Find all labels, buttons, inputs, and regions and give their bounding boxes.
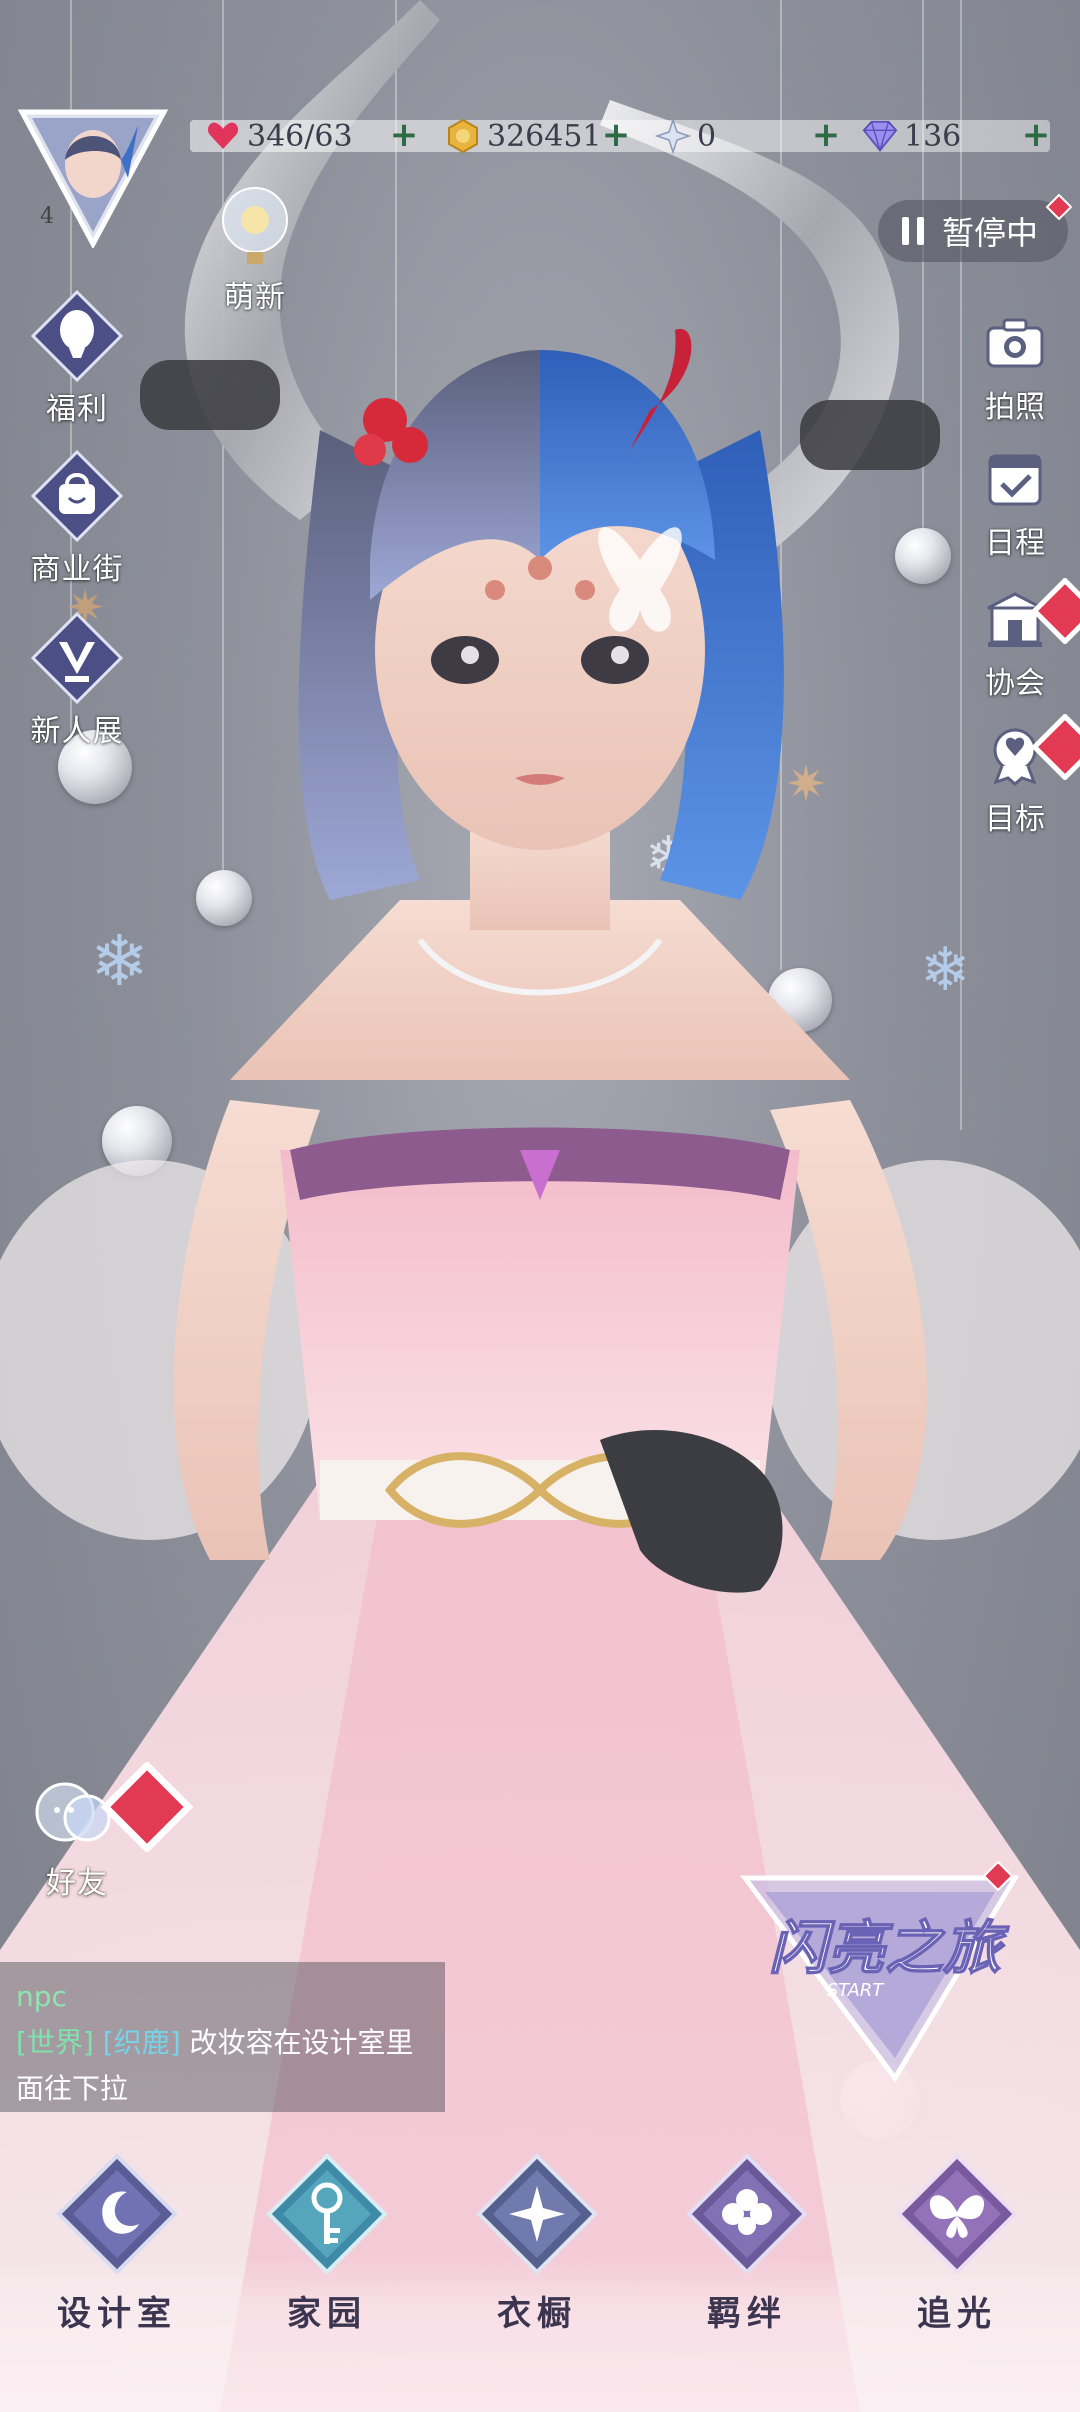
player-avatar[interactable]: 4	[17, 108, 169, 250]
event-subtitle: START	[827, 1980, 886, 2001]
pause-button[interactable]: 暂停中	[878, 194, 1072, 262]
nav-design-studio-label: 设计室	[57, 2294, 177, 2334]
pause-label: 暂停中	[942, 214, 1039, 252]
gold-resource: 326451	[445, 114, 602, 158]
trophy-icon	[30, 611, 124, 705]
nav-design-studio[interactable]: 设计室	[32, 2152, 202, 2335]
event-banner-graphic: 闪亮之旅 START	[740, 1860, 1020, 2083]
notification-badge-icon	[1046, 194, 1072, 220]
chat-message-cont: 面往下拉	[16, 2072, 129, 2105]
home-key-icon	[266, 2153, 388, 2275]
photo-label: 拍照	[985, 390, 1045, 425]
new-player-label: 萌新	[224, 280, 286, 315]
wardrobe-icon	[476, 2153, 598, 2275]
nav-wardrobe-label: 衣橱	[497, 2294, 577, 2334]
heart-energy-icon	[205, 118, 241, 154]
nav-bond[interactable]: 羁绊	[662, 2152, 832, 2335]
notification-badge-icon	[1032, 714, 1080, 780]
nav-chase-light-label: 追光	[917, 2294, 997, 2334]
gold-value: 326451	[487, 118, 602, 154]
notification-badge-icon	[100, 1762, 194, 1852]
nav-home[interactable]: 家园	[242, 2152, 412, 2335]
goal-button[interactable]: 目标	[960, 714, 1080, 838]
schedule-label: 日程	[985, 526, 1045, 561]
chat-box[interactable]: npc [世界] [织鹿] 改妆容在设计室里 面往下拉	[0, 1962, 445, 2112]
crystal-value: 0	[697, 118, 717, 154]
shopping-street-button[interactable]: 商业街	[12, 449, 142, 588]
lamp-icon	[215, 180, 295, 270]
guild-label: 协会	[985, 666, 1045, 701]
diamond-resource: 136	[862, 114, 961, 158]
event-title: 闪亮之旅	[769, 1914, 1010, 1982]
add-crystal-button[interactable]: +	[810, 118, 842, 152]
hot-air-balloon-icon	[30, 289, 124, 383]
chat-line-world: [世界] [织鹿] 改妆容在设计室里	[16, 2020, 429, 2066]
chat-channel: [世界]	[16, 2026, 94, 2059]
energy-value: 346/63	[247, 118, 353, 154]
goal-label: 目标	[985, 802, 1045, 837]
guild-button[interactable]: 协会	[960, 578, 1080, 702]
nav-wardrobe[interactable]: 衣橱	[452, 2152, 622, 2335]
nav-chase-light[interactable]: 追光	[872, 2152, 1042, 2335]
photo-button[interactable]: 拍照	[960, 310, 1070, 426]
camera-icon	[986, 318, 1044, 368]
welfare-label: 福利	[46, 392, 108, 427]
chat-line-continued: 面往下拉	[16, 2066, 429, 2112]
shopping-bag-icon	[30, 449, 124, 543]
new-player-button[interactable]: 萌新	[190, 180, 320, 316]
schedule-button[interactable]: 日程	[960, 446, 1070, 562]
chat-message: 改妆容在设计室里	[189, 2026, 414, 2059]
butterfly-icon	[896, 2153, 1018, 2275]
crystal-icon	[655, 118, 691, 154]
player-level: 4	[40, 204, 54, 229]
add-energy-button[interactable]: +	[388, 118, 420, 152]
friends-button[interactable]: 好友	[12, 1762, 194, 1902]
chat-npc-text: npc	[16, 1980, 67, 2013]
add-diamond-button[interactable]: +	[1020, 118, 1052, 152]
notification-badge-icon	[1032, 578, 1080, 644]
friends-icon	[27, 1762, 194, 1856]
energy-resource: 346/63	[205, 114, 353, 158]
event-banner-button[interactable]: 闪亮之旅 START	[735, 1858, 1035, 2098]
shopping-street-label: 商业街	[30, 552, 124, 587]
calendar-icon	[988, 454, 1042, 506]
pause-icon	[902, 217, 924, 245]
newcomer-show-button[interactable]: 新人展	[12, 611, 142, 750]
gold-coin-icon	[445, 118, 481, 154]
welfare-button[interactable]: 福利	[12, 289, 142, 428]
diamond-icon	[862, 118, 898, 154]
nav-bond-label: 羁绊	[707, 2294, 787, 2334]
newcomer-show-label: 新人展	[30, 714, 124, 749]
diamond-value: 136	[904, 118, 962, 154]
design-studio-icon	[56, 2153, 178, 2275]
crystal-resource: 0	[655, 114, 716, 158]
bond-clover-icon	[686, 2153, 808, 2275]
chat-line-npc: npc	[16, 1974, 429, 2020]
add-gold-button[interactable]: +	[600, 118, 632, 152]
chat-sender[interactable]: [织鹿]	[103, 2026, 181, 2059]
friends-label: 好友	[46, 1866, 108, 1901]
nav-home-label: 家园	[287, 2294, 367, 2334]
